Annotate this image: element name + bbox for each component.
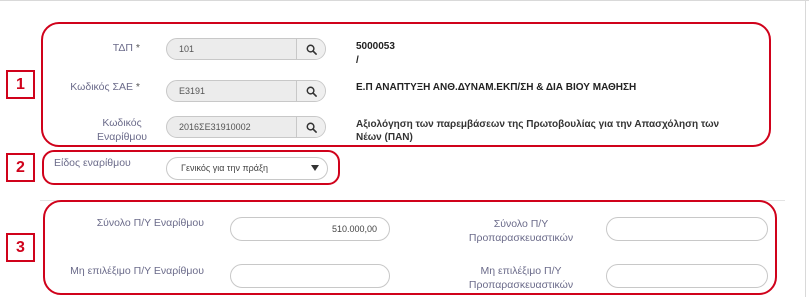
annotation-badge-2: 2 [6,153,35,182]
highlight-box-2 [42,150,340,185]
frame-right-border [805,0,806,297]
annotation-badge-1: 1 [6,70,35,99]
annotation-badge-3: 3 [6,233,35,262]
highlight-box-1 [41,22,771,147]
highlight-box-3 [43,200,777,295]
frame-top-border [0,0,809,1]
